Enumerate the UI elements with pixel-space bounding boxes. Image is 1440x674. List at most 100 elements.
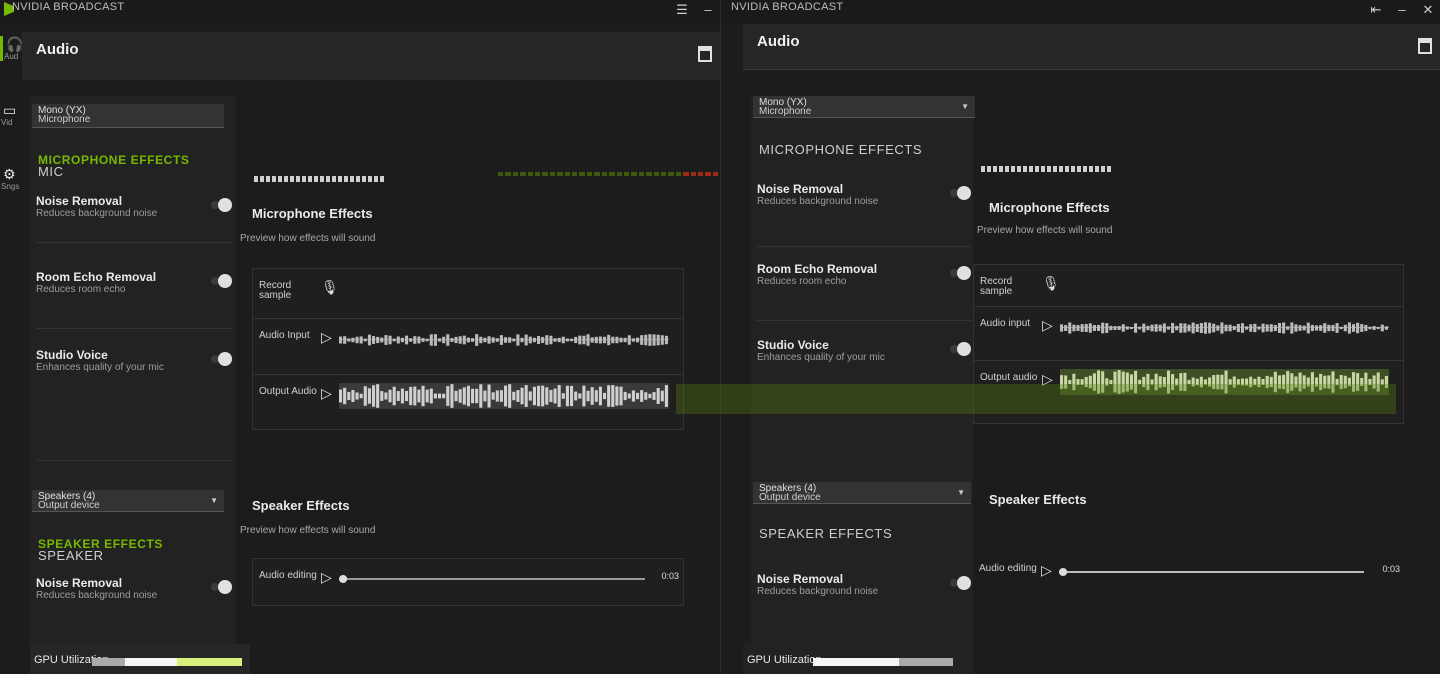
waveform-bar bbox=[388, 335, 392, 345]
close-icon[interactable]: ✕ bbox=[1422, 2, 1434, 18]
waveform-bar bbox=[425, 338, 429, 342]
waveform-bar bbox=[495, 338, 499, 342]
waveform-bar bbox=[603, 392, 607, 400]
broadcast-window-right: NVIDIA BROADCAST ⇤ – ✕ Audio Mono (YX) M… bbox=[720, 0, 1440, 674]
waveform-bar bbox=[491, 392, 495, 400]
broadcast-window-left: NVIDIA BROADCAST ☰ – 🎧 Aud ▭ Vid ⚙ Sngs … bbox=[0, 0, 720, 674]
nav-rail: 🎧 Aud ▭ Vid ⚙ Sngs bbox=[0, 24, 23, 674]
waveform-bar bbox=[1257, 326, 1261, 330]
speaker-section-prefix: SPEAKER bbox=[38, 548, 104, 563]
rail-item-video[interactable]: ▭ Vid bbox=[0, 102, 22, 127]
waveform-bar bbox=[1183, 323, 1187, 333]
row-label: Audio editing bbox=[259, 570, 317, 581]
level-segment bbox=[609, 172, 615, 176]
waveform-bar bbox=[1294, 324, 1298, 332]
waveform-bar bbox=[1261, 323, 1265, 333]
speaker-select[interactable]: Speakers (4) Output device ▼ bbox=[32, 490, 224, 512]
waveform-bar bbox=[1269, 324, 1273, 332]
camera-icon: ▭ bbox=[3, 102, 17, 118]
play-icon[interactable]: ▷ bbox=[1041, 562, 1052, 579]
speaker-noise-toggle[interactable] bbox=[957, 576, 971, 590]
editing-slider[interactable] bbox=[1059, 566, 1364, 578]
room-echo-toggle[interactable] bbox=[218, 274, 232, 288]
waveform-bar bbox=[367, 334, 371, 346]
waveform-bar bbox=[524, 334, 528, 346]
level-segment bbox=[646, 172, 652, 176]
preview-title: Microphone Effects bbox=[989, 200, 1110, 215]
waveform-bar bbox=[565, 338, 569, 342]
waveform-bar bbox=[1179, 323, 1183, 333]
effect-desc: Reduces background noise bbox=[36, 590, 158, 601]
waveform-bar bbox=[598, 336, 602, 344]
menu-icon[interactable]: ☰ bbox=[676, 2, 688, 18]
waveform-bar bbox=[636, 337, 640, 343]
speaker-preview-subtitle: Preview how effects will sound bbox=[240, 525, 376, 536]
window-mode-icon[interactable] bbox=[698, 46, 712, 62]
waveform-bar bbox=[508, 384, 512, 408]
waveform-bar bbox=[1265, 324, 1269, 332]
rail-item-audio[interactable]: 🎧 Aud bbox=[0, 36, 23, 61]
level-segment bbox=[712, 172, 719, 176]
waveform-bar bbox=[516, 390, 520, 402]
effect-desc: Enhances quality of your mic bbox=[36, 362, 164, 373]
window-mode-icon[interactable] bbox=[1418, 38, 1432, 54]
waveform-bar bbox=[648, 393, 652, 399]
waveform-bar bbox=[1310, 324, 1314, 332]
play-icon[interactable]: ▷ bbox=[321, 569, 332, 586]
waveform-bar bbox=[516, 334, 520, 346]
waveform-bar bbox=[1191, 322, 1195, 334]
noise-removal-toggle[interactable] bbox=[957, 186, 971, 200]
studio-voice-toggle[interactable] bbox=[218, 352, 232, 366]
minimize-icon[interactable]: – bbox=[702, 2, 714, 18]
play-icon[interactable]: ▷ bbox=[321, 329, 332, 346]
waveform-bar bbox=[1138, 326, 1142, 330]
waveform-bar bbox=[561, 393, 565, 399]
mic-select[interactable]: Mono (YX) Microphone ▼ bbox=[753, 96, 975, 118]
effect-name: Room Echo Removal bbox=[36, 270, 157, 284]
minimize-icon[interactable]: – bbox=[1396, 2, 1408, 18]
waveform-bar bbox=[504, 337, 508, 343]
preview-panel: Record sample 🎙 Audio Input ▷ Output Aud… bbox=[252, 268, 684, 430]
waveform-bar bbox=[508, 337, 512, 343]
waveform-bar bbox=[1314, 325, 1319, 331]
mic-icon[interactable]: 🎙 bbox=[1042, 275, 1060, 292]
rail-item-settings[interactable]: ⚙ Sngs bbox=[0, 166, 22, 191]
mic-select[interactable]: Mono (YX) Microphone bbox=[32, 104, 224, 128]
waveform-bar bbox=[1298, 325, 1302, 331]
level-segment bbox=[512, 172, 519, 176]
waveform-bar bbox=[1323, 323, 1327, 333]
noise-removal-toggle[interactable] bbox=[218, 198, 232, 212]
waveform-bar bbox=[644, 334, 648, 346]
studio-voice-toggle[interactable] bbox=[957, 342, 971, 356]
play-icon[interactable]: ▷ bbox=[321, 385, 332, 402]
waveform-bar bbox=[425, 389, 429, 403]
level-segment bbox=[527, 172, 534, 176]
waveform-bar bbox=[1380, 324, 1384, 332]
app-title: NVIDIA BROADCAST bbox=[12, 1, 125, 13]
waveform-bar bbox=[619, 337, 623, 343]
record-row: Record sample 🎙 bbox=[974, 265, 1403, 307]
waveform-bar bbox=[1319, 325, 1323, 331]
back-icon[interactable]: ⇤ bbox=[1370, 2, 1382, 18]
waveform-bar bbox=[1097, 325, 1101, 331]
editing-slider[interactable] bbox=[339, 573, 645, 585]
waveform-bar bbox=[347, 338, 351, 342]
room-echo-toggle[interactable] bbox=[957, 266, 971, 280]
play-icon[interactable]: ▷ bbox=[1042, 317, 1053, 334]
waveform-bar bbox=[1253, 323, 1257, 333]
waveform-bar bbox=[656, 334, 660, 346]
waveform-bar bbox=[574, 336, 578, 344]
speaker-select-sub: Output device bbox=[759, 492, 821, 503]
speaker-preview-title: Speaker Effects bbox=[989, 492, 1087, 507]
waveform-bar bbox=[549, 389, 553, 403]
level-segment bbox=[705, 172, 711, 176]
waveform-bar bbox=[586, 390, 590, 402]
waveform-bar bbox=[1212, 323, 1216, 333]
window-controls: ☰ – bbox=[676, 2, 714, 18]
waveform-bar bbox=[1203, 322, 1208, 334]
speaker-noise-toggle[interactable] bbox=[218, 580, 232, 594]
speaker-select[interactable]: Speakers (4) Output device ▼ bbox=[753, 482, 971, 504]
mic-icon[interactable]: 🎙 bbox=[321, 279, 339, 296]
waveform-bar bbox=[454, 390, 458, 402]
waveform-bar bbox=[433, 393, 437, 399]
